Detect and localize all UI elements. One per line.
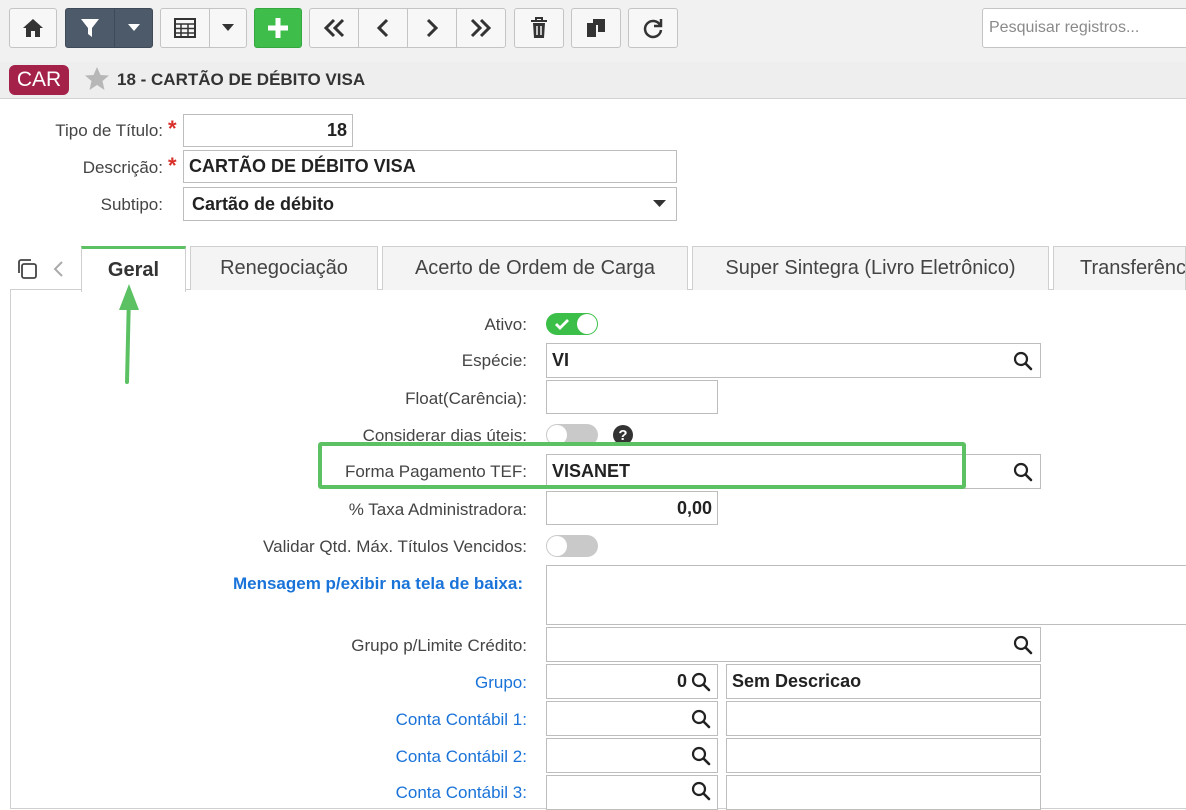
refresh-icon [643, 19, 663, 39]
tab-acerto-ordem-carga[interactable]: Acerto de Ordem de Carga [382, 246, 688, 290]
toggle-knob [547, 536, 567, 556]
search-icon[interactable] [691, 709, 711, 729]
grid-icon [174, 18, 196, 38]
subtipo-value: Cartão de débito [192, 193, 335, 214]
required-mark: * [168, 153, 177, 178]
conta-contabil-1-label[interactable]: Conta Contábil 1: [396, 710, 527, 730]
tipo-titulo-label: Tipo de Título: [55, 121, 163, 140]
search-icon[interactable] [691, 781, 711, 801]
taxa-field[interactable]: 0,00 [546, 491, 718, 525]
descricao-field[interactable]: CARTÃO DE DÉBITO VISA [183, 150, 677, 183]
required-mark: * [168, 116, 177, 141]
trash-icon [531, 17, 547, 38]
forma-pagamento-label: Forma Pagamento TEF: [344, 462, 527, 481]
search-icon[interactable] [691, 672, 711, 692]
subtipo-select[interactable]: Cartão de débito [183, 187, 677, 221]
grid-view-button[interactable] [160, 8, 210, 48]
conta-contabil-3-field[interactable] [546, 775, 718, 810]
toolbar [0, 0, 1186, 63]
ativo-label: Ativo: [484, 315, 527, 334]
especie-field[interactable]: VI [546, 343, 1041, 378]
annotation-arrow [119, 284, 139, 384]
last-icon [470, 18, 492, 38]
page-title: 18 - CARTÃO DE DÉBITO VISA [117, 70, 366, 89]
conta-contabil-3-descricao [726, 775, 1041, 810]
validar-toggle[interactable] [546, 535, 598, 557]
float-label: Float(Carência): [405, 389, 527, 408]
conta-contabil-2-label[interactable]: Conta Contábil 2: [396, 747, 527, 767]
next-icon [426, 18, 439, 38]
dias-uteis-toggle[interactable] [546, 424, 598, 446]
forma-pagamento-value: VISANET [552, 461, 631, 481]
search-icon[interactable] [1013, 635, 1033, 655]
validar-label: Validar Qtd. Máx. Títulos Vencidos: [263, 537, 527, 556]
subtipo-label: Subtipo: [100, 195, 163, 214]
grid-dropdown-button[interactable] [209, 8, 247, 48]
delete-button[interactable] [514, 8, 564, 48]
last-record-button[interactable] [456, 8, 506, 48]
plus-icon [268, 18, 288, 38]
especie-label: Espécie: [461, 351, 527, 370]
caret-down-icon [653, 200, 666, 207]
float-field[interactable] [546, 380, 718, 414]
tab-scroll-left-icon[interactable] [52, 260, 64, 278]
filter-icon [81, 19, 99, 37]
grupo-value: 0 [676, 671, 687, 691]
first-record-button[interactable] [309, 8, 359, 48]
ativo-toggle[interactable] [546, 313, 598, 335]
search-icon[interactable] [1013, 462, 1033, 482]
record-header: CAR 18 - CARTÃO DE DÉBITO VISA [0, 62, 1186, 99]
copy-button[interactable] [571, 8, 621, 48]
toggle-knob [547, 425, 567, 445]
search-icon[interactable] [1013, 351, 1033, 371]
mensagem-textarea[interactable] [546, 565, 1186, 625]
conta-contabil-1-field[interactable] [546, 701, 718, 736]
dias-uteis-label: Considerar dias úteis: [362, 426, 527, 445]
caret-down-icon [127, 24, 140, 31]
grupo-label[interactable]: Grupo: [475, 673, 527, 693]
copy-icon [587, 19, 605, 37]
check-icon [555, 319, 569, 330]
prev-icon [376, 18, 389, 38]
grupo-field[interactable]: 0 [546, 664, 718, 699]
previous-record-button[interactable] [358, 8, 408, 48]
grupo-descricao-field: Sem Descricao [726, 664, 1041, 699]
grupo-limite-label: Grupo p/Limite Crédito: [351, 636, 527, 655]
search-icon[interactable] [691, 746, 711, 766]
descricao-label: Descrição: [82, 158, 163, 177]
mensagem-label: Mensagem p/exibir na tela de baixa: [232, 574, 523, 593]
help-icon[interactable]: ? [613, 425, 633, 445]
tab-super-sintegra[interactable]: Super Sintegra (Livro Eletrônico) [692, 246, 1049, 290]
filter-button[interactable] [65, 8, 115, 48]
module-badge: CAR [9, 65, 69, 95]
add-button[interactable] [254, 8, 302, 48]
favorite-star-icon[interactable] [84, 66, 110, 91]
taxa-label: % Taxa Administradora: [348, 500, 527, 519]
search-input[interactable] [982, 8, 1186, 48]
conta-contabil-2-field[interactable] [546, 738, 718, 773]
especie-value: VI [552, 350, 570, 370]
next-record-button[interactable] [407, 8, 457, 48]
refresh-button[interactable] [628, 8, 678, 48]
filter-dropdown-button[interactable] [114, 8, 153, 48]
conta-contabil-3-label[interactable]: Conta Contábil 3: [396, 783, 527, 803]
caret-down-icon [222, 24, 234, 31]
tab-renegociacao[interactable]: Renegociação [190, 246, 378, 290]
tab-transferencia[interactable]: Transferência [1053, 246, 1186, 290]
toggle-knob [577, 314, 597, 334]
home-icon [23, 19, 43, 37]
first-icon [323, 18, 345, 38]
conta-contabil-1-descricao [726, 701, 1041, 736]
conta-contabil-2-descricao [726, 738, 1041, 773]
tab-list-icon[interactable] [16, 258, 38, 280]
forma-pagamento-field[interactable]: VISANET [546, 454, 1041, 489]
tipo-titulo-field[interactable]: 18 [183, 114, 353, 147]
home-button[interactable] [9, 8, 57, 48]
grupo-limite-field[interactable] [546, 627, 1041, 662]
